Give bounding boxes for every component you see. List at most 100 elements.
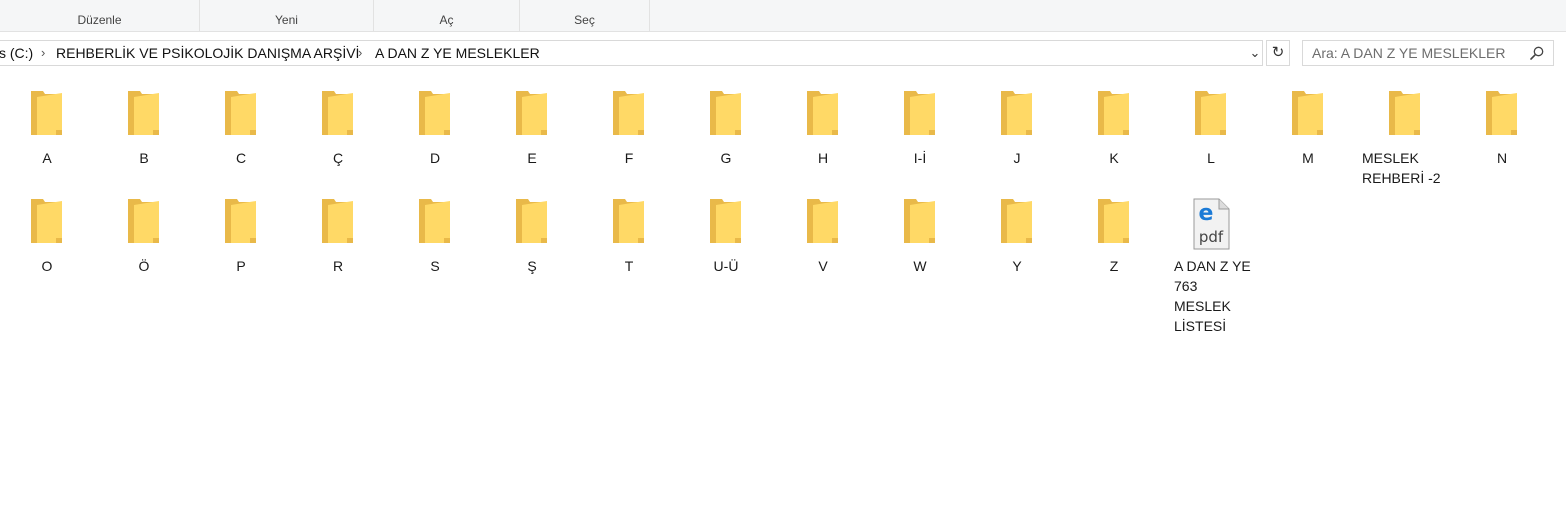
folder-label: L xyxy=(1207,150,1215,166)
folder-label: G xyxy=(720,150,732,166)
chevron-right-icon[interactable]: › xyxy=(358,45,362,60)
folder-label: H xyxy=(817,150,829,166)
folder-item[interactable]: W xyxy=(875,196,965,276)
folder-icon xyxy=(1001,91,1032,135)
folder-label: F xyxy=(624,150,634,166)
ribbon-group-label: Yeni xyxy=(275,13,298,27)
folder-icon xyxy=(322,199,353,243)
folder-label: M xyxy=(1302,150,1314,166)
folder-item[interactable]: P xyxy=(196,196,286,276)
folder-item[interactable]: MESLEK REHBERİ -2 xyxy=(1360,88,1450,188)
pdf-file-item[interactable]: e pdf A DAN Z YE 763 MESLEK LİSTESİ xyxy=(1166,196,1256,336)
folder-icon xyxy=(225,91,256,135)
folder-label: Z xyxy=(1109,258,1119,274)
folder-label: K xyxy=(1109,150,1119,166)
folder-label: MESLEK REHBERİ -2 xyxy=(1362,150,1441,186)
folder-item[interactable]: H xyxy=(778,88,868,168)
folder-label: Ş xyxy=(527,258,537,274)
folder-item[interactable]: A xyxy=(2,88,92,168)
folder-icon xyxy=(807,91,838,135)
folder-item[interactable]: E xyxy=(487,88,577,168)
folder-icon xyxy=(128,91,159,135)
folder-item[interactable]: L xyxy=(1166,88,1256,168)
folder-item[interactable]: M xyxy=(1263,88,1353,168)
breadcrumb-current[interactable]: A DAN Z YE MESLEKLER xyxy=(375,45,540,61)
ribbon-group-edit[interactable]: Düzenle xyxy=(0,0,200,32)
folder-item[interactable]: T xyxy=(584,196,674,276)
pdf-icon-text: pdf xyxy=(1199,228,1224,246)
folder-icon xyxy=(1486,91,1517,135)
folder-icon xyxy=(31,91,62,135)
folder-item[interactable]: Z xyxy=(1069,196,1159,276)
folder-item[interactable]: U-Ü xyxy=(681,196,771,276)
folder-label: B xyxy=(139,150,149,166)
search-input[interactable] xyxy=(1303,41,1523,65)
pdf-file-label: A DAN Z YE 763 MESLEK LİSTESİ xyxy=(1174,258,1251,334)
folder-item[interactable]: K xyxy=(1069,88,1159,168)
folder-item[interactable]: F xyxy=(584,88,674,168)
folder-label: Ö xyxy=(138,258,150,274)
folder-icon xyxy=(613,91,644,135)
edge-badge: e xyxy=(1199,201,1214,226)
folder-item[interactable]: N xyxy=(1457,88,1547,168)
address-bar[interactable]: s (C:) › REHBERLİK VE PSİKOLOJİK DANIŞMA… xyxy=(0,40,1263,66)
folder-label: E xyxy=(527,150,537,166)
folder-item[interactable]: Y xyxy=(972,196,1062,276)
folder-label: D xyxy=(429,150,441,166)
ribbon: Düzenle Yeni Aç Seç xyxy=(0,0,1566,32)
folder-label: U-Ü xyxy=(713,258,739,274)
folder-icon xyxy=(807,199,838,243)
folder-label: T xyxy=(624,258,634,274)
folder-icon xyxy=(1195,91,1226,135)
folder-item[interactable]: G xyxy=(681,88,771,168)
folder-item[interactable]: V xyxy=(778,196,868,276)
folder-icon xyxy=(322,91,353,135)
chevron-down-icon[interactable]: ⌄ xyxy=(1247,43,1263,63)
folder-icon xyxy=(516,91,547,135)
folder-label: O xyxy=(41,258,53,274)
folder-label: P xyxy=(236,258,246,274)
breadcrumb-drive[interactable]: s (C:) xyxy=(0,45,33,61)
folder-item[interactable]: Ö xyxy=(99,196,189,276)
folder-label: N xyxy=(1496,150,1508,166)
folder-label: J xyxy=(1013,150,1021,166)
folder-item[interactable]: Ç xyxy=(293,88,383,168)
folder-icon xyxy=(1098,91,1129,135)
folder-icon xyxy=(225,199,256,243)
folder-item[interactable]: D xyxy=(390,88,480,168)
folder-icon xyxy=(904,91,935,135)
folder-label: Y xyxy=(1012,258,1022,274)
folder-label: A xyxy=(42,150,52,166)
folder-item[interactable]: I-İ xyxy=(875,88,965,168)
folder-label: C xyxy=(235,150,247,166)
folder-item[interactable]: J xyxy=(972,88,1062,168)
folder-label: R xyxy=(332,258,344,274)
breadcrumb-archive[interactable]: REHBERLİK VE PSİKOLOJİK DANIŞMA ARŞİVİ xyxy=(56,45,359,61)
ribbon-group-select[interactable]: Seç xyxy=(520,0,650,32)
folder-item[interactable]: S xyxy=(390,196,480,276)
folder-label: S xyxy=(430,258,440,274)
folder-icon xyxy=(419,199,450,243)
ribbon-group-label: Seç xyxy=(574,13,595,27)
search-box[interactable] xyxy=(1302,40,1554,66)
ribbon-group-new[interactable]: Yeni xyxy=(200,0,374,32)
pdf-file-icon: e pdf xyxy=(1193,198,1230,250)
folder-icon xyxy=(1098,199,1129,243)
folder-icon xyxy=(904,199,935,243)
folder-item[interactable]: O xyxy=(2,196,92,276)
folder-label: Ç xyxy=(332,150,344,166)
folder-label: W xyxy=(913,258,927,274)
folder-item[interactable]: C xyxy=(196,88,286,168)
folder-icon xyxy=(1389,91,1420,135)
folder-icon xyxy=(31,199,62,243)
ribbon-group-open[interactable]: Aç xyxy=(374,0,520,32)
refresh-button[interactable]: ↻ xyxy=(1266,40,1290,66)
file-list: A B C Ç D E F G H I-İ J K L M MESLEK REHBERİ -2 N O Ö P R S Ş… xyxy=(0,70,1566,529)
search-icon[interactable] xyxy=(1529,45,1545,61)
folder-icon xyxy=(710,199,741,243)
folder-item[interactable]: R xyxy=(293,196,383,276)
folder-item[interactable]: B xyxy=(99,88,189,168)
folder-item[interactable]: Ş xyxy=(487,196,577,276)
folder-icon xyxy=(419,91,450,135)
chevron-right-icon[interactable]: › xyxy=(41,45,45,60)
